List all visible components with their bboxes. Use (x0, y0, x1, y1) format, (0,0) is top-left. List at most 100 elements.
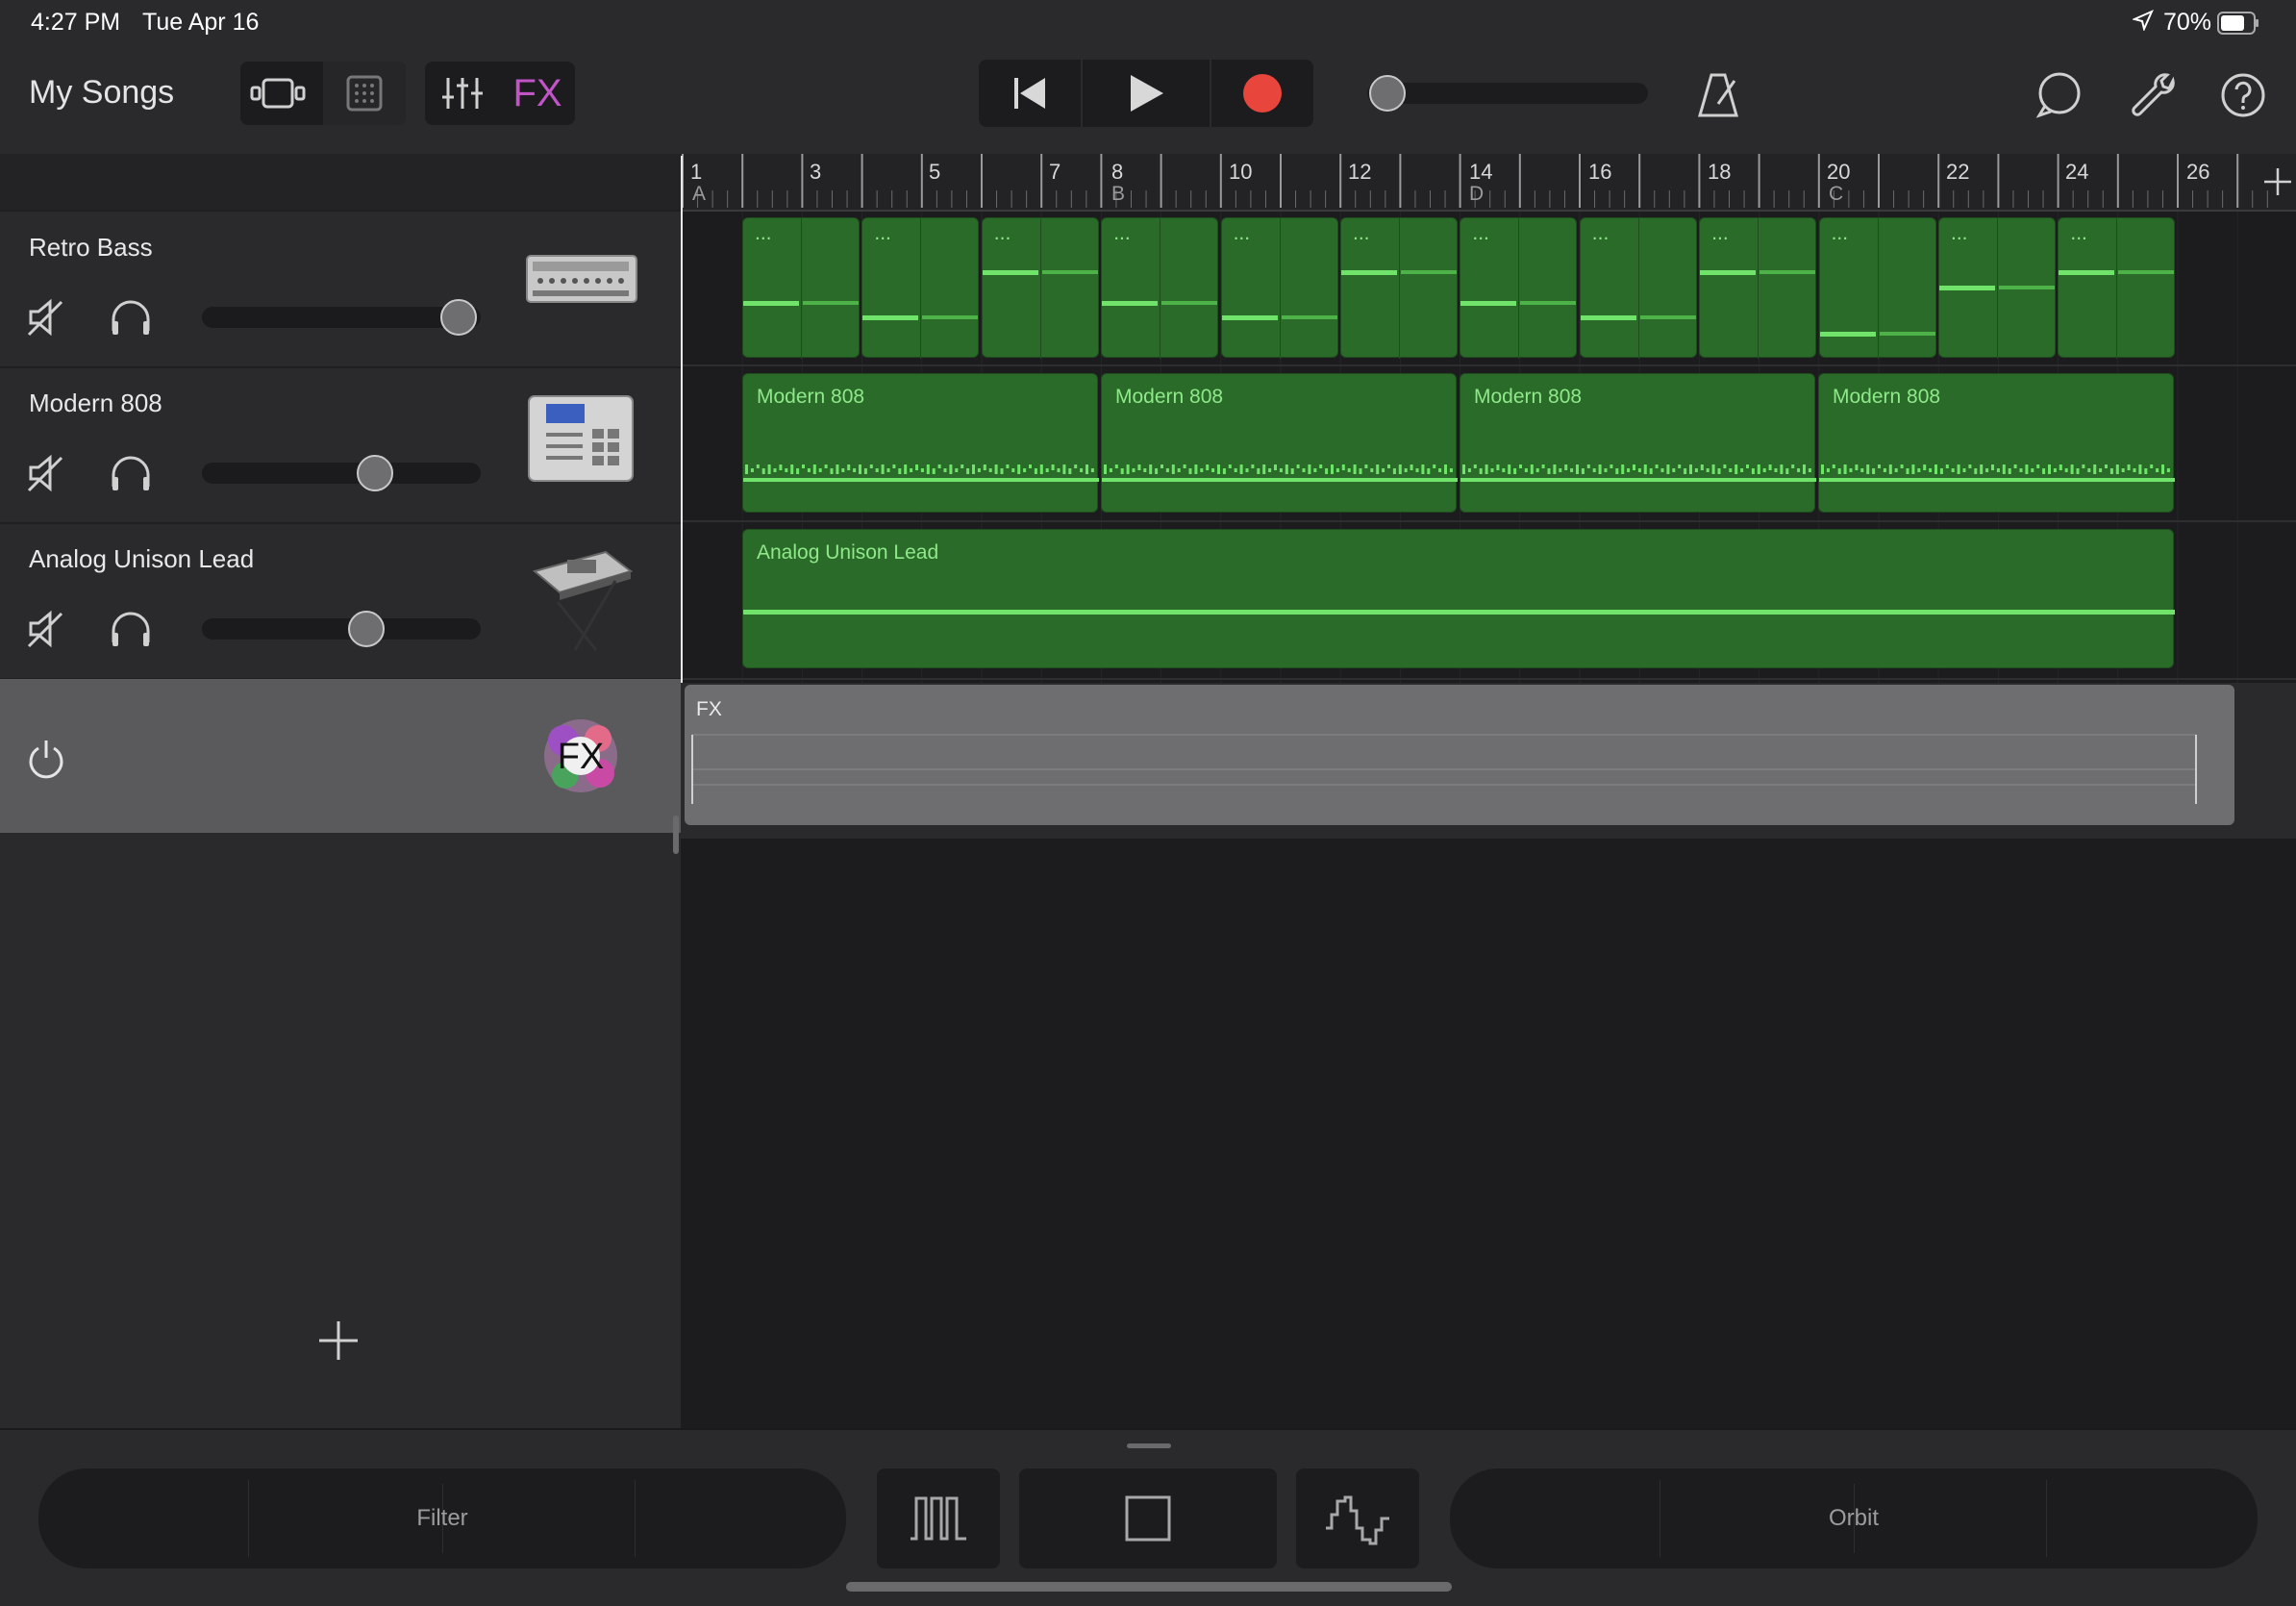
fx-controls-bar: Filter Orbit (0, 1428, 2296, 1606)
region-modern-808[interactable]: Modern 808 (1460, 373, 1816, 513)
section-marker[interactable]: A (692, 183, 706, 206)
volume-slider[interactable] (202, 618, 481, 640)
mute-button[interactable] (27, 298, 65, 341)
beat-note (1211, 468, 1215, 472)
tracks-view-button[interactable] (240, 62, 323, 125)
mixer-icon (442, 78, 483, 109)
region-retro-bass[interactable]: ... (1818, 217, 1936, 359)
region-analog-unison-lead[interactable]: Analog Unison Lead (742, 529, 2175, 668)
region-retro-bass[interactable]: ... (981, 217, 1099, 359)
beat-note (1467, 468, 1471, 472)
master-volume-knob[interactable] (1369, 75, 1406, 112)
section-marker[interactable]: C (1829, 183, 1843, 206)
beat-note (2105, 464, 2108, 468)
orbit-label: Orbit (1828, 1505, 1879, 1531)
volume-slider[interactable] (202, 307, 481, 328)
record-button[interactable] (1211, 60, 1313, 127)
orbit-xy-pad[interactable]: Orbit (1450, 1468, 2258, 1568)
section-marker[interactable]: D (1469, 183, 1484, 206)
fx-splash-icon[interactable]: FX (529, 708, 633, 804)
bar-number: 10 (1229, 160, 1253, 184)
region-modern-808[interactable]: Modern 808 (1101, 373, 1458, 513)
volume-slider[interactable] (202, 463, 481, 484)
region-notes (1102, 464, 1458, 482)
beat-note (1666, 464, 1670, 474)
region-retro-bass[interactable]: ... (1699, 217, 1817, 359)
metronome-button[interactable] (1690, 67, 1746, 123)
beat-note (1109, 468, 1112, 472)
track-header[interactable]: Modern 808 (0, 367, 681, 524)
volume-knob[interactable] (348, 611, 386, 647)
beat-sampler-instrument-icon[interactable] (525, 390, 636, 491)
beat-note (2109, 468, 2113, 474)
track-header[interactable]: Retro Bass (0, 212, 681, 368)
kick-line (1819, 478, 2175, 482)
beat-note (1939, 468, 1943, 474)
beat-note (1837, 468, 1841, 474)
mute-button[interactable] (27, 454, 65, 497)
beat-note (779, 464, 783, 470)
region-retro-bass[interactable]: ... (2058, 217, 2176, 359)
add-track-button[interactable] (317, 1319, 360, 1367)
track-header[interactable]: Analog Unison Lead (0, 523, 681, 680)
region-modern-808[interactable]: Modern 808 (742, 373, 1099, 513)
tracks-area[interactable]: .................................... Mod… (681, 156, 2296, 1428)
beat-note (892, 464, 896, 468)
bar-number: 16 (1588, 160, 1612, 184)
mute-button[interactable] (27, 610, 65, 653)
gate-button[interactable] (877, 1468, 1000, 1568)
stop-button[interactable] (1019, 1468, 1277, 1568)
fx-button[interactable]: FX (500, 62, 575, 125)
beat-note (1980, 464, 1984, 474)
beat-note (790, 464, 794, 474)
add-section-button[interactable] (2263, 167, 2292, 201)
settings-button[interactable] (2127, 67, 2183, 123)
mixer-button[interactable] (425, 62, 500, 125)
solo-button[interactable] (110, 454, 152, 497)
timeline-ruler[interactable]: 1 3 5 7 8 10 12 14 16 18 20 22 24 26 A B… (681, 154, 2296, 212)
beat-note (812, 464, 816, 474)
go-to-beginning-button[interactable] (979, 60, 1081, 127)
region-loop-divider (920, 218, 922, 359)
filter-xy-pad[interactable]: Filter (38, 1468, 846, 1568)
beat-note (853, 468, 857, 472)
status-date: Tue Apr 16 (142, 9, 260, 36)
my-songs-button[interactable]: My Songs (29, 74, 174, 112)
region-retro-bass[interactable]: ... (1579, 217, 1697, 359)
region-retro-bass[interactable]: ... (861, 217, 980, 359)
keyboard-synth-instrument-icon[interactable] (529, 542, 635, 661)
loop-browser-button[interactable] (2031, 67, 2086, 123)
region-loop-divider (801, 218, 802, 359)
section-marker[interactable]: B (1111, 183, 1125, 206)
downsampler-button[interactable] (1296, 1468, 1419, 1568)
beat-note (1780, 464, 1784, 474)
play-button[interactable] (1083, 60, 1210, 127)
beat-note (1564, 464, 1568, 470)
power-button[interactable] (27, 739, 65, 786)
drum-machine-instrument-icon[interactable] (525, 250, 638, 313)
header-resize-handle[interactable] (673, 816, 679, 854)
fx-region[interactable]: FX (685, 685, 2234, 825)
beat-note (2019, 468, 2023, 472)
beat-note (1359, 468, 1362, 474)
region-modern-808[interactable]: Modern 808 (1818, 373, 2175, 513)
region-retro-bass[interactable]: ... (1101, 217, 1219, 359)
region-retro-bass[interactable]: ... (1220, 217, 1338, 359)
volume-knob[interactable] (356, 455, 393, 491)
region-retro-bass[interactable]: ... (1938, 217, 2056, 359)
region-retro-bass[interactable]: ... (1340, 217, 1458, 359)
live-loops-button[interactable] (323, 62, 406, 125)
drawer-handle[interactable] (1127, 1443, 1171, 1448)
volume-knob[interactable] (439, 299, 477, 336)
fx-track-header[interactable]: FX (0, 679, 681, 833)
beat-note (1633, 464, 1635, 470)
region-retro-bass[interactable]: ... (1460, 217, 1578, 359)
beat-note (1308, 464, 1311, 474)
beat-note (1080, 468, 1084, 472)
note-bar (862, 315, 919, 320)
solo-button[interactable] (110, 610, 152, 653)
help-button[interactable] (2215, 67, 2271, 123)
solo-button[interactable] (110, 298, 152, 341)
region-retro-bass[interactable]: ... (742, 217, 860, 359)
master-volume-slider[interactable] (1367, 83, 1648, 104)
